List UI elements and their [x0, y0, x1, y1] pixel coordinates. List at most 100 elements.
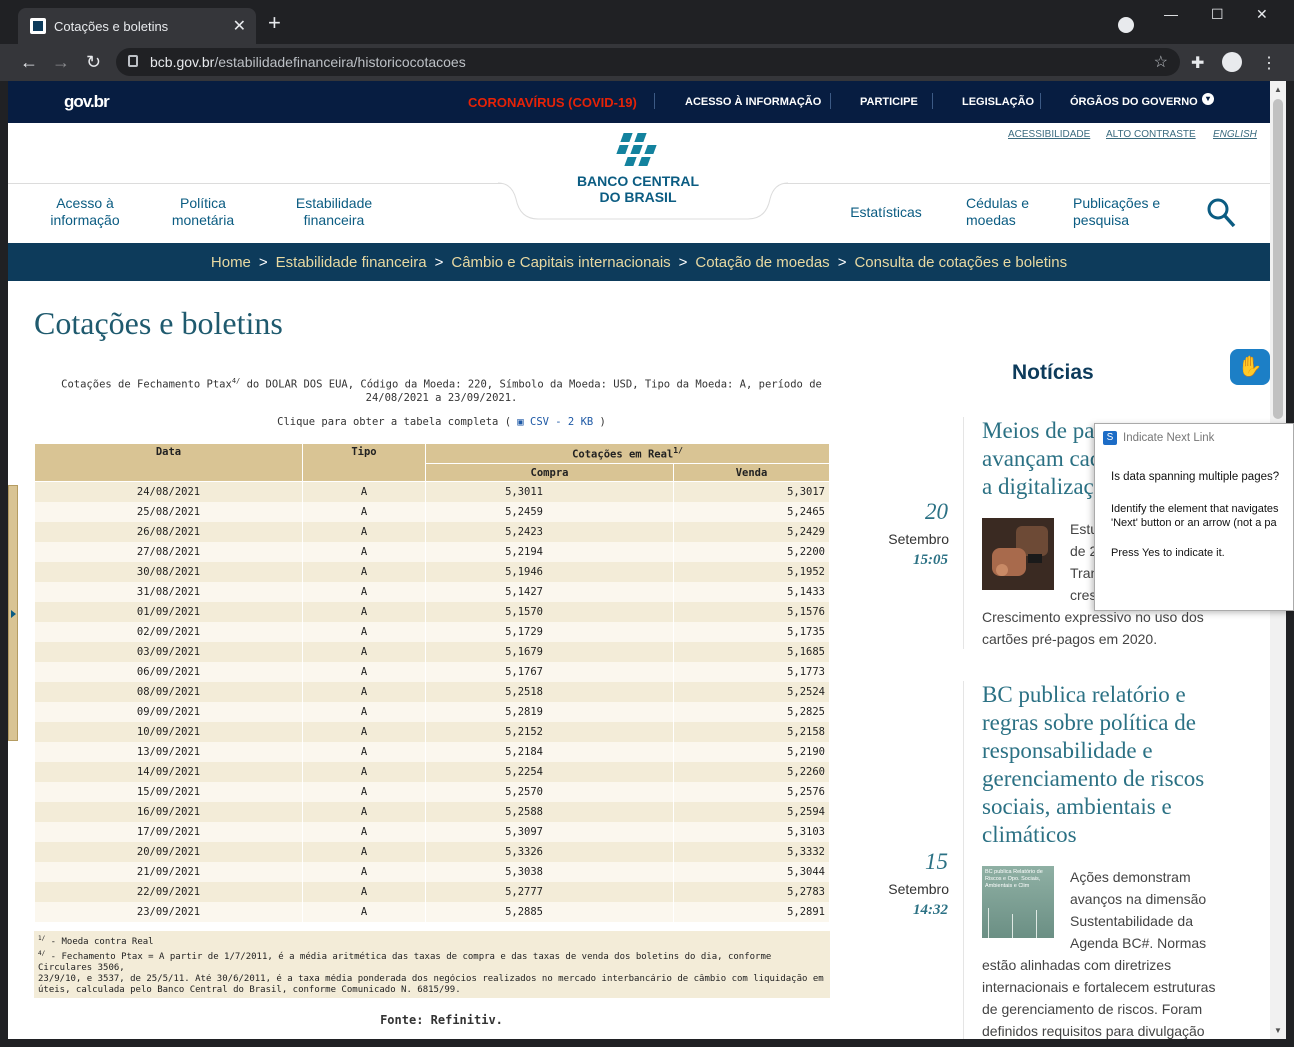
- cell-venda: 5,2783: [673, 881, 830, 902]
- favicon-icon: [30, 18, 46, 34]
- bookmark-star-icon[interactable]: ☆: [1154, 52, 1168, 72]
- breadcrumb-cotacao[interactable]: Cotação de moedas: [695, 254, 829, 271]
- cell-compra: 5,3038: [425, 861, 674, 882]
- menu-estatisticas[interactable]: Estatísticas: [846, 204, 926, 221]
- bcb-logo[interactable]: BANCO CENTRAL DO BRASIL: [568, 131, 708, 205]
- maximize-icon[interactable]: ☐: [1211, 6, 1224, 23]
- gov-link-orgaos[interactable]: ÓRGÃOS DO GOVERNO: [1070, 96, 1198, 108]
- browser-tab[interactable]: Cotações e boletins ✕: [18, 8, 256, 44]
- table-row: 16/09/2021 A 5,2588 5,2594: [34, 801, 830, 822]
- cell-venda: 5,2190: [673, 741, 830, 762]
- gov-link-participe[interactable]: PARTICIPE: [860, 96, 918, 108]
- bcb-name-line2: DO BRASIL: [599, 189, 677, 205]
- browser-toolbar: ← → ↻ bcb.gov.br/estabilidadefinanceira/…: [0, 44, 1294, 81]
- cell-compra: 5,1570: [425, 601, 674, 622]
- scroll-down-icon[interactable]: ▼: [1274, 1026, 1282, 1035]
- chevron-down-icon[interactable]: ▾: [1202, 93, 1214, 105]
- cell-tipo: A: [302, 761, 426, 782]
- cell-data: 16/09/2021: [34, 801, 303, 822]
- cell-tipo: A: [302, 481, 426, 502]
- scroll-up-icon[interactable]: ▲: [1274, 85, 1282, 94]
- cell-venda: 5,3017: [673, 481, 830, 502]
- table-row: 03/09/2021 A 5,1679 5,1685: [34, 641, 830, 662]
- cell-venda: 5,2891: [673, 901, 830, 922]
- vlibras-hand-icon[interactable]: ✋: [1230, 349, 1270, 385]
- dialog-line3: Press Yes to indicate it.: [1111, 547, 1225, 559]
- news-1-day: 20: [925, 499, 948, 524]
- table-row: 23/09/2021 A 5,2885 5,2891: [34, 901, 830, 922]
- cell-tipo: A: [302, 621, 426, 642]
- minimize-icon[interactable]: —: [1164, 6, 1178, 22]
- cell-data: 17/09/2021: [34, 821, 303, 842]
- cell-venda: 5,2576: [673, 781, 830, 802]
- breadcrumb-home[interactable]: Home: [211, 254, 251, 271]
- gov-link-acesso[interactable]: ACESSO À INFORMAÇÃO: [685, 96, 821, 108]
- cell-compra: 5,2152: [425, 721, 674, 742]
- tab-close-icon[interactable]: ✕: [233, 16, 246, 36]
- menu-politica-monetaria[interactable]: Política monetária: [158, 195, 248, 229]
- govbr-logo[interactable]: gov.br: [64, 92, 110, 112]
- cell-data: 25/08/2021: [34, 501, 303, 522]
- cell-venda: 5,1576: [673, 601, 830, 622]
- news-1-image[interactable]: [982, 518, 1054, 590]
- cell-venda: 5,3103: [673, 821, 830, 842]
- back-icon[interactable]: ←: [20, 52, 38, 72]
- news-2-title[interactable]: BC publica relatório e regras sobre polít…: [982, 681, 1262, 849]
- menu-publicacoes-pesquisa[interactable]: Publicações e pesquisa: [1073, 195, 1173, 229]
- address-bar[interactable]: bcb.gov.br/estabilidadefinanceira/histor…: [116, 48, 1180, 76]
- dialog-app-icon: S: [1103, 431, 1117, 445]
- table-row: 14/09/2021 A 5,2254 5,2260: [34, 761, 830, 782]
- table-caption: Cotações de Fechamento Ptax4/ do DOLAR D…: [61, 377, 822, 404]
- breadcrumb-consulta[interactable]: Consulta de cotações e boletins: [854, 254, 1067, 271]
- cell-data: 13/09/2021: [34, 741, 303, 762]
- cell-venda: 5,2200: [673, 541, 830, 562]
- new-tab-icon[interactable]: +: [268, 12, 281, 34]
- menu-estabilidade-financeira[interactable]: Estabilidade financeira: [284, 195, 384, 229]
- table-row: 10/09/2021 A 5,2152 5,2158: [34, 721, 830, 742]
- cell-tipo: A: [302, 881, 426, 902]
- search-icon[interactable]: [1206, 197, 1236, 229]
- page-title: Cotações e boletins: [34, 305, 283, 341]
- quotes-table: Data Tipo Cotações em Real1/ Compra Vend…: [34, 443, 830, 922]
- forward-icon[interactable]: →: [52, 52, 70, 72]
- covid-link[interactable]: CORONAVÍRUS (COVID-19): [468, 95, 637, 110]
- link-english[interactable]: ENGLISH: [1213, 129, 1257, 140]
- extensions-icon[interactable]: ✚: [1191, 53, 1204, 73]
- breadcrumb-cambio[interactable]: Câmbio e Capitais internacionais: [451, 254, 670, 271]
- link-acessibilidade[interactable]: ACESSIBILIDADE: [1008, 129, 1090, 140]
- save-icon[interactable]: ▣: [517, 416, 523, 428]
- table-row: 06/09/2021 A 5,1767 5,1773: [34, 661, 830, 682]
- tab-search-icon[interactable]: [1118, 17, 1134, 33]
- csv-link[interactable]: CSV - 2 KB: [530, 416, 593, 428]
- breadcrumb-estabilidade[interactable]: Estabilidade financeira: [276, 254, 427, 271]
- news-2-image[interactable]: BC publica Relatório de Riscos e Opo. So…: [982, 866, 1054, 938]
- cell-tipo: A: [302, 841, 426, 862]
- news-2-day: 15: [925, 849, 948, 874]
- url-path: /estabilidadefinanceira/historicocotacoe…: [214, 54, 466, 70]
- cell-venda: 5,3044: [673, 861, 830, 882]
- cell-data: 20/09/2021: [34, 841, 303, 862]
- cell-compra: 5,1767: [425, 661, 674, 682]
- link-alto-contraste[interactable]: ALTO CONTRASTE: [1106, 129, 1196, 140]
- reload-icon[interactable]: ↻: [86, 52, 101, 72]
- news-heading: Notícias: [1012, 361, 1094, 384]
- menu-acesso-informacao[interactable]: Acesso à informação: [40, 195, 130, 229]
- news-2-text-wrap: Ações demonstram avanços na dimensão Suste…: [1070, 869, 1207, 951]
- gov-link-legislacao[interactable]: LEGISLAÇÃO: [962, 96, 1034, 108]
- cell-compra: 5,1946: [425, 561, 674, 582]
- cell-venda: 5,2465: [673, 501, 830, 522]
- cell-venda: 5,2594: [673, 801, 830, 822]
- window-close-icon[interactable]: ✕: [1256, 6, 1268, 23]
- side-expand-tab[interactable]: [8, 485, 18, 741]
- table-row: 24/08/2021 A 5,3011 5,3017: [34, 481, 830, 502]
- menu-kebab-icon[interactable]: ⋮: [1261, 53, 1277, 73]
- cell-tipo: A: [302, 601, 426, 622]
- news-2-time: 14:32: [913, 902, 948, 918]
- scrollbar-thumb[interactable]: [1273, 99, 1283, 419]
- cell-tipo: A: [302, 861, 426, 882]
- col-header-venda: Venda: [673, 463, 830, 482]
- profile-icon[interactable]: [1222, 52, 1242, 72]
- cell-venda: 5,2429: [673, 521, 830, 542]
- cell-compra: 5,2518: [425, 681, 674, 702]
- menu-cedulas-moedas[interactable]: Cédulas e moedas: [966, 195, 1036, 229]
